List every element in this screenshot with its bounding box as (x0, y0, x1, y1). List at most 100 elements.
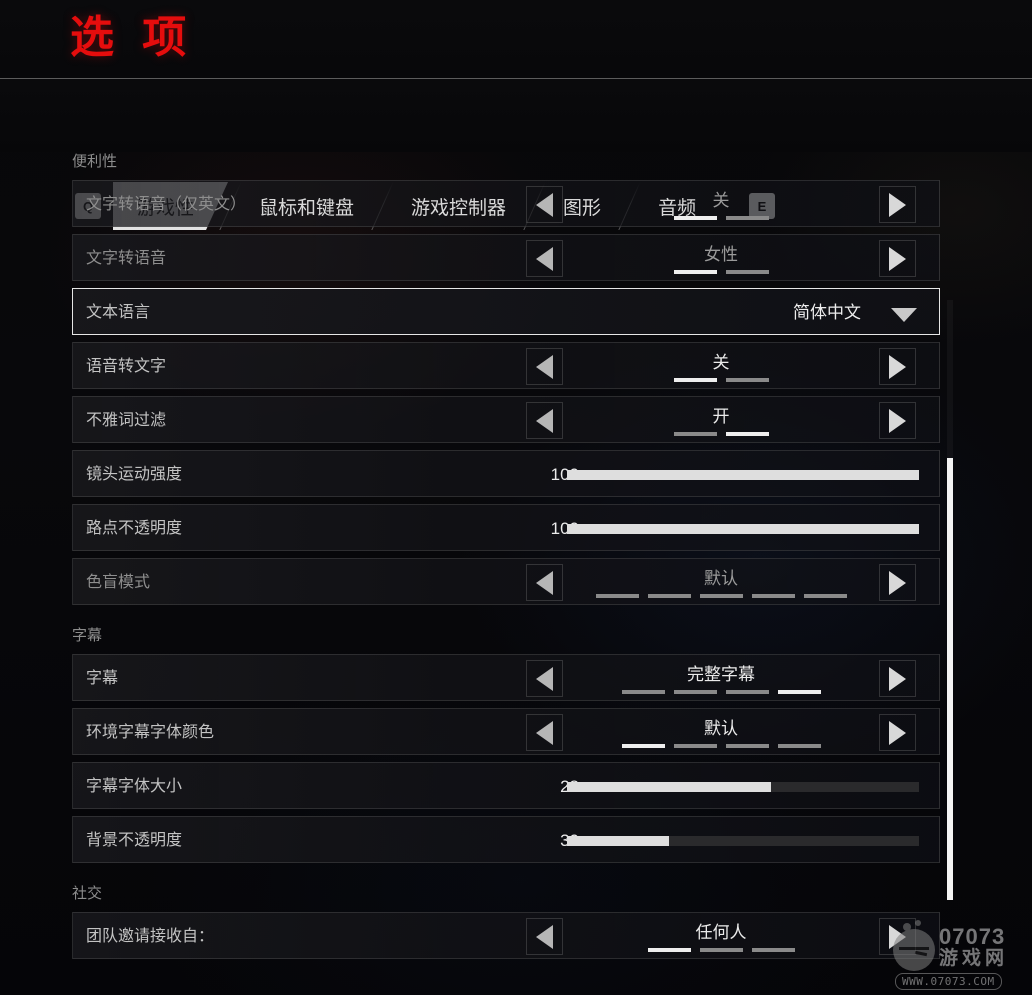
option-pip (647, 593, 691, 598)
setting-value-group: 开 (563, 397, 879, 444)
arrow-right-icon[interactable] (879, 240, 916, 277)
setting-label: 不雅词过滤 (86, 412, 167, 429)
option-pip (751, 947, 795, 952)
option-pips (673, 269, 769, 274)
option-pip (725, 215, 769, 220)
slider-track[interactable] (567, 470, 919, 480)
option-pip (725, 689, 769, 694)
setting-label: 文字转语音 (86, 250, 167, 267)
option-pip (621, 743, 665, 748)
option-pips (647, 947, 795, 952)
option-pip (725, 269, 769, 274)
scrollbar-thumb[interactable] (947, 458, 953, 900)
option-pip (621, 689, 665, 694)
option-pip (673, 689, 717, 694)
setting-row[interactable]: 团队邀请接收自： 任何人 (72, 912, 940, 959)
slider-track[interactable] (567, 524, 919, 534)
arrow-right-icon[interactable] (879, 186, 916, 223)
option-pip (673, 431, 717, 436)
setting-label: 色盲模式 (86, 574, 151, 591)
arrow-left-icon[interactable] (526, 348, 563, 385)
setting-value: 女性 (704, 244, 738, 264)
option-pip (699, 947, 743, 952)
arrow-right-icon[interactable] (879, 714, 916, 751)
arrow-left-icon[interactable] (526, 240, 563, 277)
tab-label: 游戏控制器 (411, 197, 507, 219)
setting-value-group: 任何人 (563, 913, 879, 960)
arrow-left-icon[interactable] (526, 918, 563, 955)
setting-row[interactable]: 文本语言 简体中文 (72, 288, 940, 335)
slider-track[interactable] (567, 782, 919, 792)
option-pip (673, 269, 717, 274)
setting-value-group: 完整字幕 (563, 655, 879, 702)
arrow-left-icon[interactable] (526, 186, 563, 223)
setting-value: 开 (712, 406, 730, 426)
page-title: 选 项 (70, 13, 195, 62)
tab-label: 鼠标和键盘 (259, 197, 355, 219)
setting-row[interactable]: 语音转文字 关 (72, 342, 940, 389)
setting-value: 默认 (704, 568, 738, 588)
slider-fill (567, 524, 919, 534)
slider-fill (567, 782, 772, 792)
setting-value-group: 默认 (563, 709, 879, 756)
setting-label: 语音转文字 (86, 358, 167, 375)
arrow-left-icon[interactable] (526, 564, 563, 601)
options-screen: 选 项 Q 游戏性鼠标和键盘游戏控制器图形音频 E 便利性文字转语音（仅英文）关… (0, 0, 1032, 995)
section-header: 字幕 (72, 627, 103, 644)
setting-value: 任何人 (695, 922, 747, 942)
setting-label: 文本语言 (86, 304, 151, 321)
option-pip (751, 593, 795, 598)
option-pip (777, 743, 821, 748)
arrow-left-icon[interactable] (526, 714, 563, 751)
option-pip (725, 743, 769, 748)
setting-value: 默认 (704, 718, 738, 738)
arrow-left-icon[interactable] (526, 402, 563, 439)
setting-row[interactable]: 路点不透明度 100 (72, 504, 940, 551)
option-pip (725, 377, 769, 382)
setting-row[interactable]: 字幕字体大小28 (72, 762, 940, 809)
option-pips (621, 689, 821, 694)
tab-bar: Q 游戏性鼠标和键盘游戏控制器图形音频 E (0, 79, 1032, 230)
arrow-right-icon[interactable] (879, 918, 916, 955)
chevron-down-icon[interactable] (891, 308, 917, 322)
option-pip (777, 689, 821, 694)
setting-row[interactable]: 色盲模式 默认 (72, 558, 940, 605)
arrow-right-icon[interactable] (879, 660, 916, 697)
option-pips (673, 431, 769, 436)
dropdown-value: 简体中文 (793, 303, 861, 322)
option-pips (595, 593, 847, 598)
setting-row[interactable]: 文字转语音 女性 (72, 234, 940, 281)
setting-label: 背景不透明度 (86, 832, 183, 849)
tab-label: 音频 (658, 197, 697, 219)
section-header: 便利性 (72, 153, 118, 170)
option-pip (803, 593, 847, 598)
arrow-right-icon[interactable] (879, 564, 916, 601)
tab-label: 图形 (563, 197, 602, 219)
setting-row[interactable]: 镜头运动强度 100 (72, 450, 940, 497)
slider-fill (567, 470, 919, 480)
option-pip (647, 947, 691, 952)
option-pips (621, 743, 821, 748)
setting-row[interactable]: 字幕 完整字幕 (72, 654, 940, 701)
arrow-left-icon[interactable] (526, 660, 563, 697)
setting-value: 完整字幕 (687, 664, 755, 684)
setting-row[interactable]: 背景不透明度30 (72, 816, 940, 863)
setting-label: 文字转语音（仅英文） (86, 196, 247, 213)
settings-scroll-area[interactable]: 便利性 文字转语音（仅英文）关文字转语音 女性 文本语言 简体中文 语音转文字关不雅词过滤… (0, 152, 1032, 995)
option-pip (595, 593, 639, 598)
slider-track[interactable] (567, 836, 919, 846)
option-pip (673, 377, 717, 382)
setting-label: 环境字幕字体颜色 (86, 724, 215, 741)
setting-row[interactable]: 不雅词过滤 开 (72, 396, 940, 443)
setting-value: 关 (712, 190, 730, 210)
setting-label: 字幕字体大小 (86, 778, 183, 795)
setting-value-group: 关 (563, 181, 879, 228)
arrow-right-icon[interactable] (879, 348, 916, 385)
slider-fill (567, 836, 670, 846)
setting-row[interactable]: 环境字幕字体颜色 默认 (72, 708, 940, 755)
arrow-right-icon[interactable] (879, 402, 916, 439)
setting-value: 关 (712, 352, 730, 372)
setting-value-group: 女性 (563, 235, 879, 282)
